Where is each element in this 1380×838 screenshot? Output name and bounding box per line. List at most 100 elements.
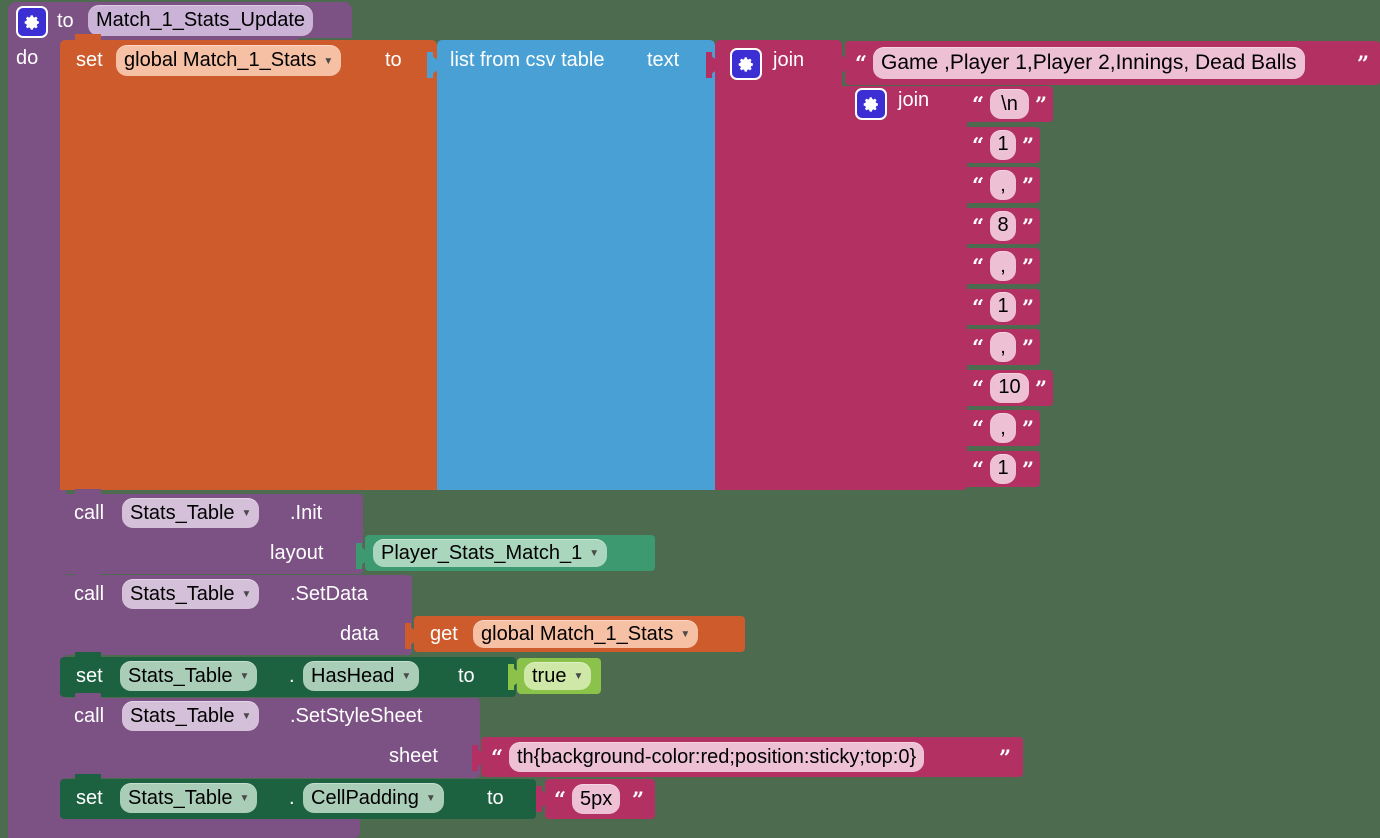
call-setstylesheet-component-field[interactable]: Stats_Table ▼ bbox=[122, 701, 259, 731]
open-quote-glyph: “ bbox=[972, 216, 984, 237]
chevron-down-icon[interactable]: ▼ bbox=[240, 794, 250, 804]
inner-join-block[interactable] bbox=[840, 86, 967, 490]
close-quote-glyph: ” bbox=[1035, 378, 1047, 399]
get-global-prefix: get bbox=[430, 624, 458, 644]
outer-join-block[interactable] bbox=[715, 40, 842, 490]
chevron-down-icon[interactable]: ▼ bbox=[680, 630, 690, 640]
set-global-variable-name: global Match_1_Stats bbox=[124, 49, 316, 72]
call-setdata-component-name: Stats_Table bbox=[130, 583, 235, 606]
chevron-down-icon[interactable]: ▼ bbox=[242, 509, 252, 519]
open-quote-glyph: “ bbox=[972, 337, 984, 358]
gear-icon[interactable] bbox=[855, 88, 887, 120]
set-hashead-prefix: set bbox=[76, 666, 103, 686]
close-quote-glyph: ” bbox=[1022, 337, 1034, 358]
open-quote-glyph: “ bbox=[972, 378, 984, 399]
inner-join-arg-0-text-field[interactable]: \n bbox=[990, 89, 1029, 119]
layout-component-field[interactable]: Player_Stats_Match_1 ▼ bbox=[373, 539, 607, 567]
procedure-name-field[interactable]: Match_1_Stats_Update bbox=[88, 5, 313, 36]
logic-true-value: true bbox=[532, 665, 566, 688]
logic-true-field[interactable]: true ▼ bbox=[524, 662, 591, 690]
set-global-set-label: set bbox=[76, 50, 103, 70]
layout-component-name: Player_Stats_Match_1 bbox=[381, 542, 582, 565]
call-init-component-name: Stats_Table bbox=[130, 502, 235, 525]
cellpadding-text-field[interactable]: 5px bbox=[572, 784, 620, 814]
set-cellpadding-property-name: CellPadding bbox=[311, 787, 419, 810]
close-quote-glyph: ” bbox=[1022, 175, 1034, 196]
open-quote-glyph: “ bbox=[972, 297, 984, 318]
inner-join-arg-3-text-field[interactable]: 8 bbox=[990, 211, 1016, 241]
set-global-top-notch bbox=[75, 34, 101, 44]
open-quote-glyph: “ bbox=[554, 789, 566, 810]
chevron-down-icon[interactable]: ▼ bbox=[401, 672, 411, 682]
chevron-down-icon[interactable]: ▼ bbox=[573, 672, 583, 682]
gear-icon[interactable] bbox=[730, 48, 762, 80]
outer-join-arg-0-text-field[interactable]: Game ,Player 1,Player 2,Innings, Dead Ba… bbox=[873, 47, 1305, 79]
procedure-definition-block[interactable] bbox=[8, 2, 66, 838]
set-cellpadding-dot: . bbox=[289, 788, 295, 808]
get-global-variable-field[interactable]: global Match_1_Stats ▼ bbox=[473, 620, 698, 648]
call-setstylesheet-top-notch bbox=[75, 693, 101, 702]
set-hashead-component-name: Stats_Table bbox=[128, 665, 233, 688]
gear-icon[interactable] bbox=[16, 6, 48, 38]
set-hashead-to-label: to bbox=[458, 666, 475, 686]
set-hashead-property-name: HasHead bbox=[311, 665, 394, 688]
call-setstylesheet-method: .SetStyleSheet bbox=[290, 706, 422, 726]
call-setdata-data-arg-label: data bbox=[340, 624, 379, 644]
inner-join-label: join bbox=[898, 90, 929, 110]
set-global-variable-field[interactable]: global Match_1_Stats ▼ bbox=[116, 45, 341, 76]
procedure-do-label: do bbox=[16, 48, 38, 68]
inner-join-arg-2-text-field[interactable]: , bbox=[990, 170, 1016, 200]
close-quote-glyph: ” bbox=[1035, 94, 1047, 115]
set-global-variable-block[interactable] bbox=[60, 40, 437, 490]
set-cellpadding-component-field[interactable]: Stats_Table ▼ bbox=[120, 783, 257, 813]
set-hashead-property-field[interactable]: HasHead ▼ bbox=[303, 661, 419, 691]
set-cellpadding-top-notch bbox=[75, 774, 101, 783]
chevron-down-icon[interactable]: ▼ bbox=[242, 712, 252, 722]
close-quote-glyph: ” bbox=[999, 747, 1011, 768]
call-setdata-prefix: call bbox=[74, 584, 104, 604]
get-global-variable-name: global Match_1_Stats bbox=[481, 623, 673, 646]
set-cellpadding-property-field[interactable]: CellPadding ▼ bbox=[303, 783, 444, 813]
call-setdata-method: .SetData bbox=[290, 584, 368, 604]
chevron-down-icon[interactable]: ▼ bbox=[242, 590, 252, 600]
call-init-method: .Init bbox=[290, 503, 322, 523]
set-hashead-top-notch bbox=[75, 652, 101, 661]
procedure-to-label: to bbox=[57, 11, 74, 31]
open-quote-glyph: “ bbox=[491, 747, 503, 768]
set-cellpadding-component-name: Stats_Table bbox=[128, 787, 233, 810]
call-init-component-field[interactable]: Stats_Table ▼ bbox=[122, 498, 259, 528]
call-setstylesheet-component-name: Stats_Table bbox=[130, 705, 235, 728]
close-quote-glyph: ” bbox=[632, 789, 644, 810]
open-quote-glyph: “ bbox=[972, 418, 984, 439]
chevron-down-icon[interactable]: ▼ bbox=[240, 672, 250, 682]
call-setstylesheet-sheet-arg-label: sheet bbox=[389, 746, 438, 766]
open-quote-glyph: “ bbox=[972, 94, 984, 115]
chevron-down-icon[interactable]: ▼ bbox=[589, 549, 599, 559]
stylesheet-text-field[interactable]: th{background-color:red;position:sticky;… bbox=[509, 742, 924, 772]
call-init-top-notch bbox=[75, 489, 101, 498]
open-quote-glyph: “ bbox=[972, 175, 984, 196]
call-init-layout-arg-label: layout bbox=[270, 543, 323, 563]
inner-join-arg-1-text-field[interactable]: 1 bbox=[990, 130, 1016, 160]
inner-join-arg-9-text-field[interactable]: 1 bbox=[990, 454, 1016, 484]
chevron-down-icon[interactable]: ▼ bbox=[426, 794, 436, 804]
chevron-down-icon[interactable]: ▼ bbox=[323, 57, 333, 67]
open-quote-glyph: “ bbox=[972, 256, 984, 277]
set-global-to-label: to bbox=[385, 50, 402, 70]
inner-join-arg-4-text-field[interactable]: , bbox=[990, 251, 1016, 281]
set-hashead-component-field[interactable]: Stats_Table ▼ bbox=[120, 661, 257, 691]
close-quote-glyph: ” bbox=[1357, 53, 1369, 74]
call-init-prefix: call bbox=[74, 503, 104, 523]
inner-join-arg-6-text-field[interactable]: , bbox=[990, 332, 1016, 362]
call-setdata-component-field[interactable]: Stats_Table ▼ bbox=[122, 579, 259, 609]
close-quote-glyph: ” bbox=[1022, 256, 1034, 277]
open-quote-glyph: “ bbox=[972, 135, 984, 156]
inner-join-arg-8-text-field[interactable]: , bbox=[990, 413, 1016, 443]
close-quote-glyph: ” bbox=[1022, 459, 1034, 480]
inner-join-arg-5-text-field[interactable]: 1 bbox=[990, 292, 1016, 322]
call-setstylesheet-prefix: call bbox=[74, 706, 104, 726]
set-cellpadding-to-label: to bbox=[487, 788, 504, 808]
inner-join-arg-7-text-field[interactable]: 10 bbox=[990, 373, 1029, 403]
open-quote-glyph: “ bbox=[972, 459, 984, 480]
list-from-csv-table-block[interactable] bbox=[437, 40, 715, 490]
